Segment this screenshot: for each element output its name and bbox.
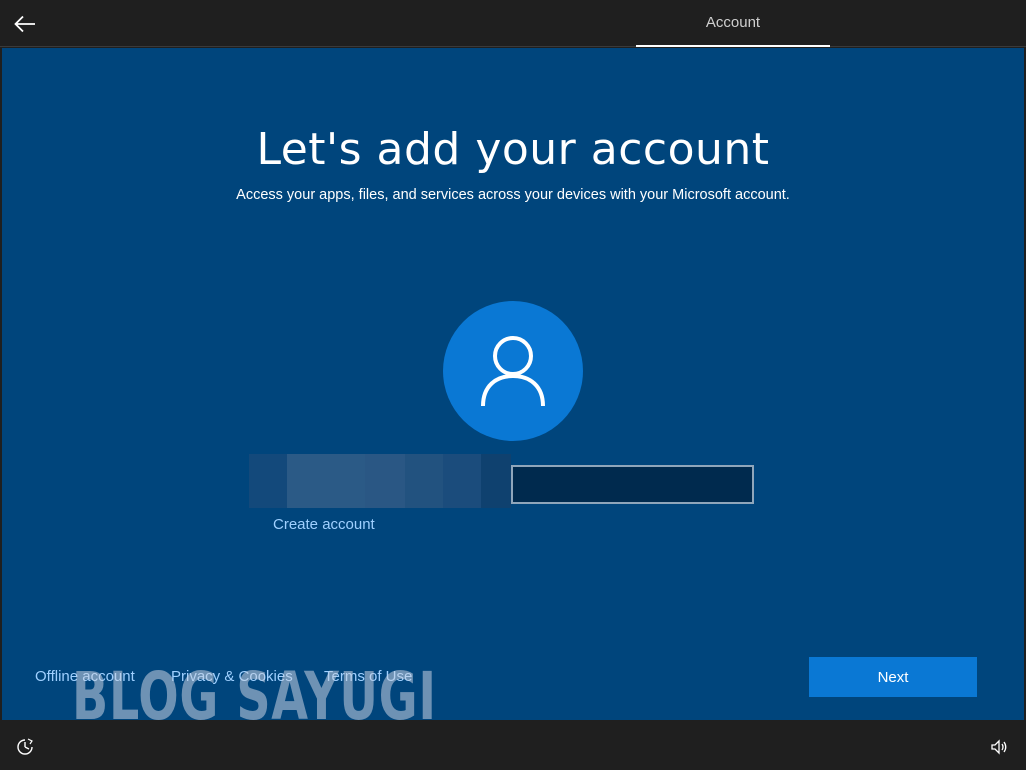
main-panel: Let's add your account Access your apps,… [2,48,1024,735]
avatar [443,301,583,441]
ease-of-access-icon[interactable] [16,738,34,756]
user-icon [481,336,545,407]
top-bar: Account [0,0,1026,47]
redacted-area [249,454,511,508]
terms-of-use-link[interactable]: Terms of Use [324,668,412,685]
email-input[interactable] [511,465,754,504]
back-button[interactable] [8,8,42,40]
create-account-link[interactable]: Create account [273,516,375,533]
back-arrow-icon [14,15,35,33]
next-button[interactable]: Next [809,657,977,697]
bottom-bar [0,722,1026,770]
volume-icon[interactable] [990,738,1008,756]
privacy-cookies-link[interactable]: Privacy & Cookies [171,668,293,685]
tab-account[interactable]: Account [636,0,830,47]
page-subtitle: Access your apps, files, and services ac… [236,187,790,203]
offline-account-link[interactable]: Offline account [35,668,135,685]
page-title: Let's add your account [256,124,770,175]
